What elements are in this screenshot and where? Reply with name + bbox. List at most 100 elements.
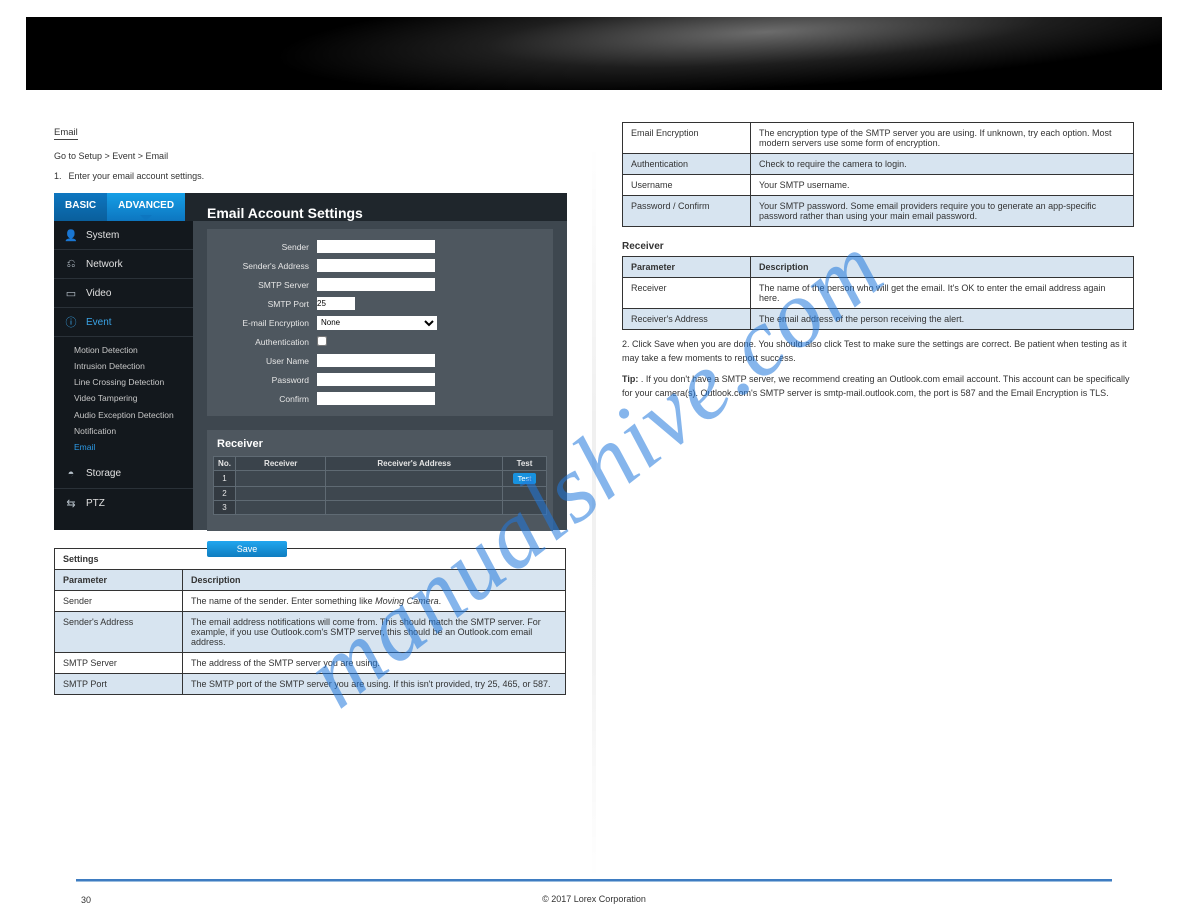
label-username: User Name	[217, 356, 317, 366]
sidebar-sub-tamper[interactable]: Video Tampering	[74, 390, 193, 406]
label-sender-address: Sender's Address	[217, 261, 317, 271]
sidebar-sub-audio[interactable]: Audio Exception Detection	[74, 407, 193, 423]
footer-copyright: © 2017 Lorex Corporation	[26, 894, 1162, 904]
ui-receiver-title: Receiver	[217, 438, 547, 450]
input-username[interactable]	[317, 354, 435, 367]
step-2: 2. Click Save when you are done. You sho…	[622, 338, 1134, 365]
sidebar-item-video[interactable]: ▭Video	[54, 279, 193, 308]
rcv-td-address[interactable]	[326, 471, 503, 487]
sidebar-item-label: System	[86, 230, 119, 241]
video-icon: ▭	[62, 287, 80, 300]
receiver-spec-table: Parameter Description ReceiverThe name o…	[622, 256, 1134, 330]
rcv-td-address[interactable]	[326, 487, 503, 501]
test-button[interactable]: Test	[513, 473, 537, 484]
settings-row: UsernameYour SMTP username.	[623, 175, 1134, 196]
ui-sidebar: 👤 System ⎌ Network ▭Video ⓘ Event Motion De…	[54, 221, 193, 530]
rcv-td-receiver[interactable]	[236, 487, 326, 501]
rcv-td-receiver[interactable]	[236, 471, 326, 487]
sidebar-sub-intrusion[interactable]: Intrusion Detection	[74, 358, 193, 374]
ui-form-panel: Sender Sender's Address SMTP Server SMTP…	[207, 229, 553, 416]
label-smtp-port: SMTP Port	[217, 299, 317, 309]
step-1-text: Enter your email account settings.	[69, 171, 205, 181]
rcv-td-no: 2	[214, 487, 236, 501]
save-row: Save	[207, 541, 553, 557]
rcv-td-address[interactable]	[326, 501, 503, 515]
input-sender[interactable]	[317, 240, 435, 253]
rspec-hdr-desc: Description	[751, 257, 1134, 278]
settings-cell-param: Authentication	[623, 154, 751, 175]
rcv-th-no: No.	[214, 457, 236, 471]
label-confirm: Confirm	[217, 394, 317, 404]
settings-table-right: Email EncryptionThe encryption type of t…	[622, 122, 1134, 227]
person-icon: 👤	[62, 229, 80, 242]
settings-row: SMTP PortThe SMTP port of the SMTP serve…	[55, 674, 566, 695]
settings-cell-param: SMTP Port	[55, 674, 183, 695]
input-sender-address[interactable]	[317, 259, 435, 272]
settings-cell-desc: The SMTP port of the SMTP server you are…	[183, 674, 566, 695]
settings-row: Password / ConfirmYour SMTP password. So…	[623, 196, 1134, 227]
sidebar-item-label: Event	[86, 317, 112, 328]
document-page: Email Go to Setup > Event > Email 1. Ent…	[26, 0, 1162, 918]
tab-basic[interactable]: BASIC	[54, 193, 107, 221]
settings-cell-param: Password / Confirm	[623, 196, 751, 227]
section-heading-email: Email	[54, 127, 78, 140]
tab-advanced[interactable]: ADVANCED	[107, 193, 185, 221]
receiver-row: 1 Test	[214, 471, 547, 487]
ui-receiver-panel: Receiver No. Receiver Receiver's Address…	[207, 430, 553, 531]
input-confirm[interactable]	[317, 392, 435, 405]
column-left: Email Go to Setup > Event > Email 1. Ent…	[26, 112, 594, 882]
sidebar-item-label: Storage	[86, 468, 121, 479]
sidebar-item-label: Network	[86, 259, 123, 270]
label-auth: Authentication	[217, 337, 317, 347]
settings-cell-desc: The address of the SMTP server you are u…	[183, 653, 566, 674]
rspec-row: ReceiverThe name of the person who will …	[623, 278, 1134, 309]
rspec-cell-param: Receiver's Address	[623, 309, 751, 330]
sidebar-sub-line[interactable]: Line Crossing Detection	[74, 374, 193, 390]
input-smtp-port[interactable]	[317, 297, 355, 310]
sidebar-item-event[interactable]: ⓘ Event	[54, 308, 193, 337]
settings-row: Email EncryptionThe encryption type of t…	[623, 123, 1134, 154]
network-icon: ⎌	[62, 258, 80, 271]
rcv-td-receiver[interactable]	[236, 501, 326, 515]
rcv-td-no: 1	[214, 471, 236, 487]
ui-main: Email Account Settings Sender Sender's A…	[193, 193, 567, 530]
input-smtp-server[interactable]	[317, 278, 435, 291]
sidebar-sub-email[interactable]: Email	[74, 439, 193, 455]
settings-row: SMTP ServerThe address of the SMTP serve…	[55, 653, 566, 674]
settings-cell-desc: The name of the sender. Enter something …	[183, 591, 566, 612]
rcv-th-address: Receiver's Address	[326, 457, 503, 471]
rcv-th-test: Test	[503, 457, 547, 471]
sidebar-item-network[interactable]: ⎌ Network	[54, 250, 193, 279]
receiver-row: 3	[214, 501, 547, 515]
ptz-icon: ⇆	[62, 497, 80, 510]
sidebar-item-storage[interactable]: ◓ Storage	[54, 460, 193, 489]
select-encryption[interactable]: None	[317, 316, 437, 330]
sidebar-sub-notification[interactable]: Notification	[74, 423, 193, 439]
column-right: Email EncryptionThe encryption type of t…	[594, 112, 1162, 882]
settings-cell-desc: The email address notifications will com…	[183, 612, 566, 653]
disk-icon: ◓	[62, 468, 80, 480]
step-2-number: 2.	[622, 339, 630, 349]
label-password: Password	[217, 375, 317, 385]
save-button[interactable]: Save	[207, 541, 287, 557]
rspec-cell-param: Receiver	[623, 278, 751, 309]
intro-text: Go to Setup > Event > Email 1. Enter you…	[54, 150, 566, 183]
rcv-td-no: 3	[214, 501, 236, 515]
sidebar-item-system[interactable]: 👤 System	[54, 221, 193, 250]
intro-path: Go to Setup > Event > Email	[54, 150, 566, 164]
sidebar-sub-motion[interactable]: Motion Detection	[74, 342, 193, 358]
rspec-row: Receiver's AddressThe email address of t…	[623, 309, 1134, 330]
rspec-cell-desc: The name of the person who will get the …	[751, 278, 1134, 309]
smtp-tip: Tip: . If you don't have a SMTP server, …	[622, 373, 1134, 400]
alert-icon: ⓘ	[62, 314, 80, 330]
input-password[interactable]	[317, 373, 435, 386]
ui-receiver-table: No. Receiver Receiver's Address Test 1	[213, 456, 547, 515]
settings-row: AuthenticationCheck to require the camer…	[623, 154, 1134, 175]
settings-row: SenderThe name of the sender. Enter some…	[55, 591, 566, 612]
sidebar-item-label: PTZ	[86, 498, 105, 509]
sidebar-item-ptz[interactable]: ⇆ PTZ	[54, 489, 193, 518]
label-sender: Sender	[217, 242, 317, 252]
sidebar-event-children: Motion Detection Intrusion Detection Lin…	[54, 337, 193, 460]
checkbox-auth[interactable]	[317, 336, 327, 346]
ui-title: Email Account Settings	[207, 205, 553, 221]
